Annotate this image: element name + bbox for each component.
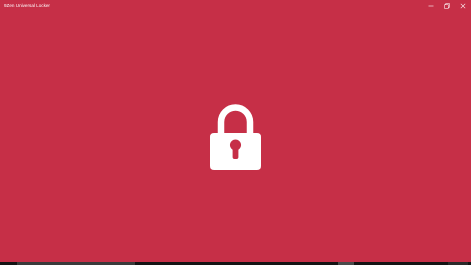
lock-area: [210, 104, 261, 170]
maximize-button[interactable]: [439, 0, 455, 11]
minimize-button[interactable]: [423, 0, 439, 11]
title-bar[interactable]: 9Zen Universal Locker: [0, 0, 471, 11]
padlock-icon: [210, 104, 261, 170]
app-title: 9Zen Universal Locker: [4, 3, 50, 8]
minimize-icon: [428, 5, 434, 6]
close-icon: [460, 3, 466, 8]
caption-buttons: [423, 0, 471, 11]
app-window: 9Zen Universal Locker: [0, 0, 471, 262]
maximize-icon: [444, 2, 450, 9]
close-button[interactable]: [455, 0, 471, 11]
